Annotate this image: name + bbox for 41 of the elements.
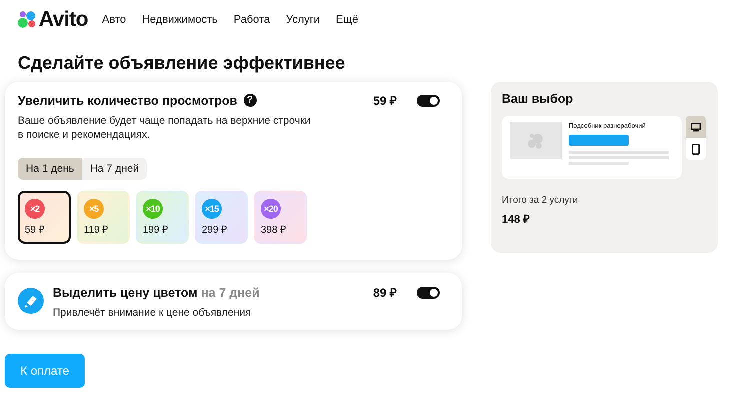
service-price: 59 ₽ (373, 93, 397, 109)
service-price: 89 ₽ (373, 285, 397, 301)
period-tab[interactable]: На 1 день (18, 158, 82, 180)
toggle-switch[interactable] (417, 94, 440, 106)
boost-option[interactable]: ×2 59 ₽ (18, 191, 71, 244)
service-title: Увеличить количество просмотров (18, 94, 238, 108)
toggle-switch[interactable] (417, 286, 440, 298)
nav-link[interactable]: Авто (102, 14, 126, 26)
multiplier-badge: ×20 (261, 199, 281, 219)
boost-option[interactable]: ×20 398 ₽ (254, 191, 307, 244)
image-placeholder-icon (510, 122, 562, 159)
multiplier-badge: ×15 (202, 199, 222, 219)
logo-dots-icon (18, 11, 38, 29)
logo-text[interactable]: Avito (39, 8, 88, 32)
nav-link[interactable]: Недвижимость (142, 14, 218, 26)
phone-icon[interactable] (686, 138, 706, 160)
service-description: Привлечёт внимание к цене объявления (53, 306, 252, 320)
service-description: Ваше объявление будет чаще попадать на верхние строчки в поиске и рекомендациях. (18, 114, 312, 142)
option-price: 299 ₽ (202, 224, 228, 236)
total-price: 148 ₽ (502, 213, 531, 226)
desktop-icon[interactable] (686, 116, 706, 138)
period-tab[interactable]: На 7 дней (82, 158, 148, 180)
help-icon[interactable]: ? (244, 94, 256, 107)
option-price: 199 ₽ (143, 224, 170, 236)
boost-option[interactable]: ×15 299 ₽ (195, 191, 248, 244)
marker-icon (18, 288, 44, 314)
boost-option[interactable]: ×5 119 ₽ (77, 191, 130, 244)
nav-link[interactable]: Услуги (286, 14, 320, 26)
multiplier-badge: ×10 (143, 199, 163, 219)
summary-title: Ваш выбор (502, 92, 574, 106)
service-title: Выделить цену цветом на 7 дней (53, 286, 260, 300)
boost-option[interactable]: ×10 199 ₽ (136, 191, 189, 244)
page-title: Сделайте объявление эффективнее (18, 52, 346, 74)
option-price: 59 ₽ (25, 224, 46, 236)
multiplier-badge: ×5 (84, 199, 104, 219)
total-label: Итого за 2 услуги (502, 195, 580, 206)
multiplier-badge: ×2 (25, 199, 45, 219)
nav-link[interactable]: Ещё (336, 14, 359, 26)
option-price: 119 ₽ (84, 224, 110, 236)
option-price: 398 ₽ (261, 224, 288, 236)
nav-link[interactable]: Работа (234, 14, 270, 26)
